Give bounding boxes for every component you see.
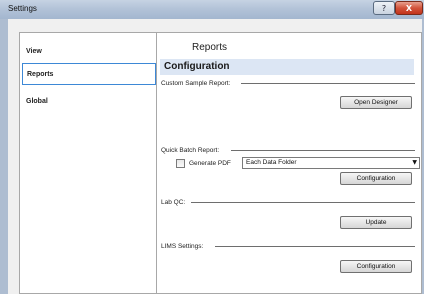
- help-button[interactable]: ?: [373, 1, 395, 15]
- nav-item-global[interactable]: Global: [22, 91, 156, 113]
- group-divider: [215, 246, 415, 247]
- open-designer-button[interactable]: Open Designer: [340, 96, 412, 109]
- lab-qc-label: Lab QC:: [161, 199, 186, 206]
- title-bar[interactable]: Settings ? X: [0, 0, 424, 19]
- nav-item-view[interactable]: View: [22, 41, 156, 63]
- lab-qc-update-button[interactable]: Update: [340, 216, 412, 229]
- section-header-configuration: Configuration: [160, 59, 414, 75]
- settings-window: Settings ? X View Reports Global Reports…: [0, 0, 424, 294]
- close-button[interactable]: X: [395, 1, 423, 15]
- group-divider: [241, 83, 415, 84]
- chevron-down-icon: ▼: [412, 159, 417, 166]
- generate-pdf-label: Generate PDF: [189, 160, 231, 167]
- lims-settings-label: LIMS Settings:: [161, 243, 204, 250]
- nav-item-reports[interactable]: Reports: [22, 63, 156, 85]
- custom-sample-report-label: Custom Sample Report:: [161, 80, 231, 87]
- quick-batch-configuration-button[interactable]: Configuration: [340, 172, 412, 185]
- group-divider: [231, 150, 415, 151]
- pdf-option-value: Each Data Folder: [246, 159, 297, 166]
- pdf-option-select[interactable]: Each Data Folder ▼: [242, 157, 420, 169]
- page-title: Reports: [192, 42, 228, 53]
- settings-nav: View Reports Global: [19, 32, 159, 294]
- settings-content: Reports Configuration Custom Sample Repo…: [156, 32, 422, 294]
- generate-pdf-checkbox[interactable]: [176, 159, 185, 168]
- dialog-body: View Reports Global Reports Configuratio…: [8, 19, 422, 294]
- window-frame-left: [0, 19, 8, 294]
- quick-batch-report-label: Quick Batch Report:: [161, 147, 220, 154]
- group-divider: [191, 202, 415, 203]
- window-title: Settings: [8, 4, 37, 13]
- lims-configuration-button[interactable]: Configuration: [340, 260, 412, 273]
